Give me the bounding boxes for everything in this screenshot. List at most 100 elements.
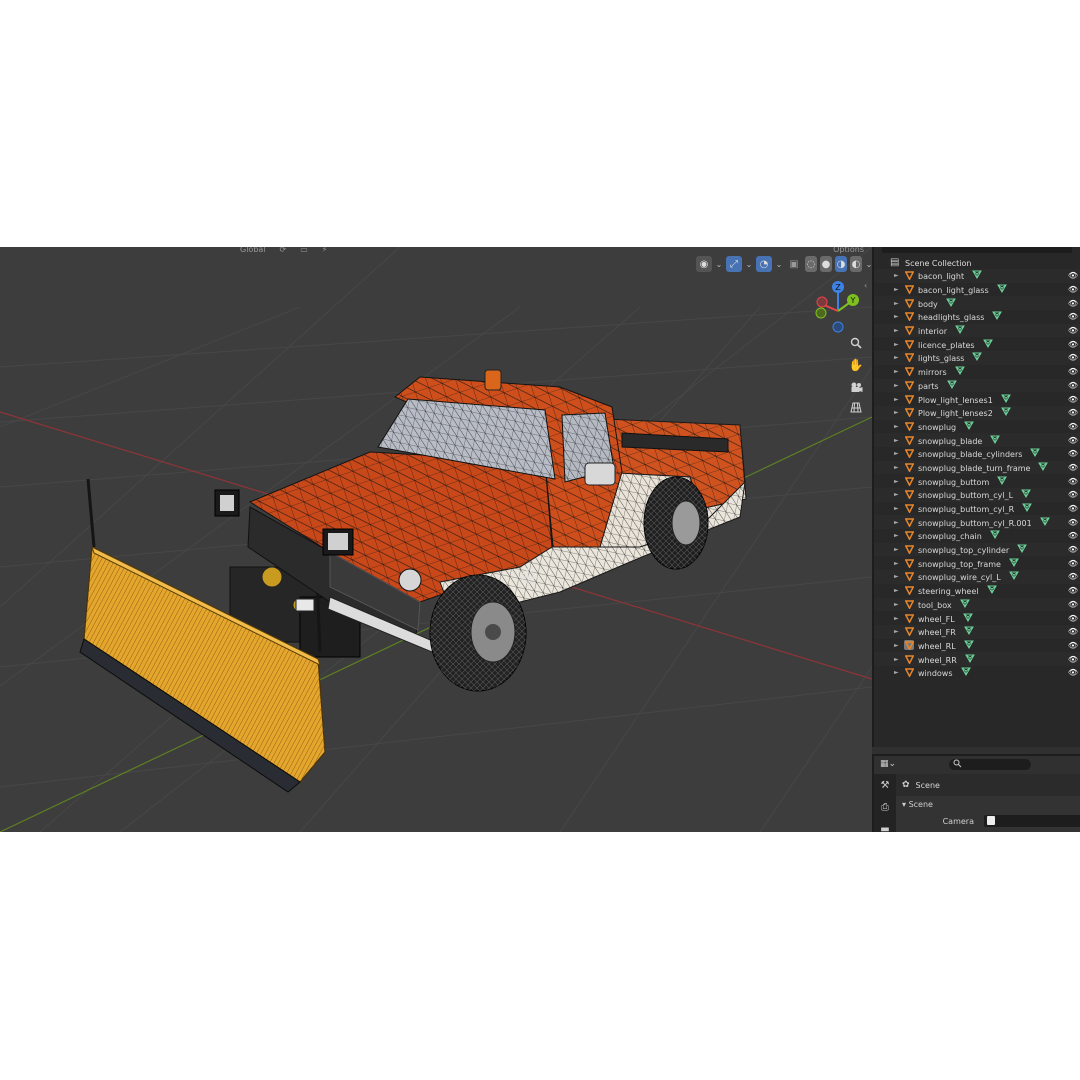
expand-arrow-icon[interactable]: ► <box>894 286 899 293</box>
expand-arrow-icon[interactable]: ► <box>894 437 899 444</box>
snap-icon[interactable]: ▭ <box>300 247 308 255</box>
visibility-eye-icon[interactable]: 👁 <box>1068 504 1078 513</box>
visibility-eye-icon[interactable]: 👁 <box>1068 531 1078 540</box>
visibility-eye-icon[interactable]: 👁 <box>1068 395 1078 404</box>
expand-arrow-icon[interactable]: ► <box>894 601 899 608</box>
expand-arrow-icon[interactable]: ► <box>894 396 899 403</box>
expand-arrow-icon[interactable]: ► <box>894 656 899 663</box>
expand-arrow-icon[interactable]: ► <box>894 491 899 498</box>
outliner-item[interactable]: ► mirrors 👁 <box>874 364 1080 379</box>
outliner-item[interactable]: ► snowplug_chain 👁 <box>874 529 1080 543</box>
outliner-item[interactable]: ► parts 👁 <box>874 378 1080 393</box>
visibility-eye-icon[interactable]: 👁 <box>1068 518 1078 527</box>
shading-wireframe-icon[interactable]: ◌ <box>805 256 817 272</box>
outliner-item[interactable]: ► interior 👁 <box>874 323 1080 338</box>
sidebar-toggle-icon[interactable]: ‹ <box>864 281 867 290</box>
expand-arrow-icon[interactable]: ► <box>894 560 899 567</box>
visibility-eye-icon[interactable]: 👁 <box>1068 367 1078 376</box>
mesh-data-icon[interactable] <box>1022 503 1033 514</box>
shading-solid-icon[interactable]: ● <box>820 256 832 272</box>
mesh-data-icon[interactable] <box>963 626 974 637</box>
expand-arrow-icon[interactable]: ► <box>894 642 899 649</box>
properties-search[interactable] <box>949 759 1031 770</box>
visibility-eye-icon[interactable]: 👁 <box>1068 449 1078 458</box>
outliner-item[interactable]: ► lights_glass 👁 <box>874 351 1080 365</box>
mesh-data-icon[interactable] <box>946 380 957 391</box>
mesh-data-icon[interactable] <box>1039 517 1050 528</box>
mesh-data-icon[interactable] <box>1000 394 1011 405</box>
mesh-data-icon[interactable] <box>972 352 983 363</box>
outliner-item[interactable]: ► wheel_FR 👁 <box>874 624 1080 639</box>
proportional-edit-icon[interactable]: ⚡ <box>322 247 328 255</box>
visibility-eye-icon[interactable]: 👁 <box>1068 271 1078 280</box>
mesh-data-icon[interactable] <box>955 325 965 336</box>
mesh-data-icon[interactable] <box>989 530 1000 541</box>
visibility-eye-icon[interactable]: 👁 <box>1068 572 1078 581</box>
expand-arrow-icon[interactable]: ► <box>894 464 899 471</box>
pivot-icon[interactable]: ⟳ <box>280 247 287 255</box>
mesh-data-icon[interactable] <box>1008 571 1019 582</box>
visibility-eye-icon[interactable]: 👁 <box>1068 463 1078 472</box>
mesh-data-icon[interactable] <box>972 270 982 281</box>
expand-arrow-icon[interactable]: ► <box>894 505 899 512</box>
outliner-item[interactable]: ► Plow_light_lenses2 👁 <box>874 405 1080 420</box>
mesh-data-icon[interactable] <box>992 311 1003 322</box>
mesh-data-icon[interactable] <box>962 613 973 624</box>
overlay-icon[interactable]: ◔ <box>756 256 772 272</box>
outliner-item[interactable]: ► body 👁 <box>874 296 1080 311</box>
outliner-item[interactable]: ► wheel_FL 👁 <box>874 611 1080 625</box>
mesh-data-icon[interactable] <box>1038 462 1049 473</box>
visibility-eye-icon[interactable]: 👁 <box>1068 586 1078 595</box>
visibility-eye-icon[interactable]: 👁 <box>1068 299 1078 308</box>
visibility-eye-icon[interactable]: 👁 <box>1068 326 1078 335</box>
mesh-data-icon[interactable] <box>959 599 970 610</box>
visibility-eye-icon[interactable]: 👁 <box>1068 614 1078 623</box>
mesh-data-icon[interactable] <box>945 298 956 309</box>
visibility-eye-icon[interactable]: 👁 <box>1068 559 1078 568</box>
shading-rendered-icon[interactable]: ◐ <box>850 256 862 272</box>
visibility-eye-icon[interactable]: 👁 <box>1068 422 1078 431</box>
outliner-item[interactable]: ► snowplug_top_frame 👁 <box>874 556 1080 571</box>
visibility-eye-icon[interactable]: 👁 <box>1068 353 1078 362</box>
outliner-item[interactable]: ► steering_wheel 👁 <box>874 583 1080 598</box>
mesh-data-icon[interactable] <box>997 476 1008 487</box>
3d-viewport[interactable]: Z Y Global ⟳ ▭ ⚡ Options ◉ ⌄ ⤢ ⌄ ◔ ⌄ ▣ ◌… <box>0 247 872 832</box>
hand-pan-icon[interactable]: ✋ <box>846 355 866 375</box>
expand-arrow-icon[interactable]: ► <box>894 341 899 348</box>
outliner-item[interactable]: ► headlights_glass 👁 <box>874 310 1080 324</box>
camera-field[interactable] <box>984 815 1080 827</box>
outliner-item[interactable]: ► tool_box 👁 <box>874 597 1080 612</box>
outliner-item[interactable]: ► windows 👁 <box>874 665 1080 680</box>
expand-arrow-icon[interactable]: ► <box>894 628 899 635</box>
xray-icon[interactable]: ▣ <box>786 256 802 272</box>
mesh-data-icon[interactable] <box>982 339 993 350</box>
chevron-down-icon[interactable]: ⌄ <box>745 260 753 269</box>
mesh-data-icon[interactable] <box>1000 407 1011 418</box>
mesh-data-icon[interactable] <box>960 667 971 678</box>
scene-collection-row[interactable]: ▤ Scene Collection <box>874 256 1080 270</box>
outliner-item[interactable]: ► snowplug_top_cylinder 👁 <box>874 542 1080 557</box>
chevron-down-icon[interactable]: ⌄ <box>865 260 872 269</box>
visibility-eye-icon[interactable]: 👁 <box>1068 436 1078 445</box>
mesh-data-icon[interactable] <box>990 435 1001 446</box>
expand-arrow-icon[interactable]: ► <box>894 423 899 430</box>
expand-arrow-icon[interactable]: ► <box>894 669 899 676</box>
visibility-eye-icon[interactable]: 👁 <box>1068 408 1078 417</box>
expand-arrow-icon[interactable]: ► <box>894 313 899 320</box>
visibility-eye-icon[interactable]: 👁 <box>1068 477 1078 486</box>
expand-arrow-icon[interactable]: ► <box>894 272 899 279</box>
outliner-item[interactable]: ► snowplug_buttom 👁 <box>874 474 1080 488</box>
mesh-data-icon[interactable] <box>964 421 974 432</box>
zoom-icon[interactable] <box>846 333 866 353</box>
expand-arrow-icon[interactable]: ► <box>894 382 899 389</box>
outliner-item[interactable]: ► bacon_light 👁 <box>874 269 1080 283</box>
editor-type-icon[interactable]: ▦⌄ <box>880 759 902 771</box>
camera-icon[interactable] <box>846 377 866 397</box>
expand-arrow-icon[interactable]: ► <box>894 354 899 361</box>
visibility-eye-icon[interactable]: 👁 <box>1068 668 1078 677</box>
render-tab-icon[interactable]: ⎙ <box>874 796 896 818</box>
expand-arrow-icon[interactable]: ► <box>894 300 899 307</box>
outliner-item[interactable]: ► snowplug_buttom_cyl_R 👁 <box>874 501 1080 516</box>
mesh-data-icon[interactable] <box>964 654 975 665</box>
mesh-data-icon[interactable] <box>1017 544 1028 555</box>
